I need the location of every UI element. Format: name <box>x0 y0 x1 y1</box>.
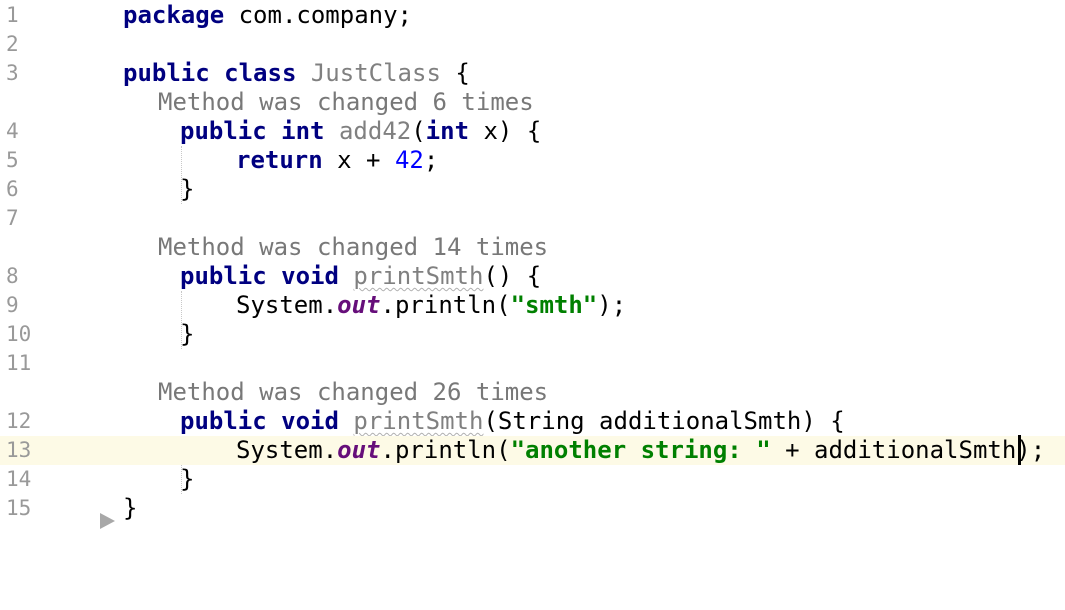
keyword: public <box>180 407 267 435</box>
keyword: public <box>180 117 267 145</box>
code-line[interactable]: 9 System.out.println("smth"); <box>0 291 1065 320</box>
line-number: 6 <box>6 177 19 201</box>
code-text: .println( <box>380 436 511 464</box>
current-code-line[interactable]: 13 System.out.println("another string: "… <box>0 436 1065 465</box>
code-text: (String additionalSmth) { <box>483 407 845 435</box>
fold-triangle-icon[interactable] <box>100 513 115 529</box>
line-number: 10 <box>6 322 32 346</box>
code-text: } <box>123 494 138 522</box>
line-number: 9 <box>6 293 19 317</box>
method-name: printSmth <box>353 262 484 290</box>
code-text: System. <box>236 291 338 319</box>
line-number: 8 <box>6 264 19 288</box>
code-line[interactable]: 2 <box>0 30 1065 59</box>
code-line[interactable]: 15 } <box>0 494 1065 523</box>
change-count-hint: Method was changed 6 times <box>158 88 534 116</box>
code-text: System. <box>236 436 338 464</box>
keyword: int <box>425 117 470 145</box>
method-name: printSmth <box>353 407 484 435</box>
string-literal: "smth" <box>510 291 598 319</box>
keyword: public <box>180 262 267 290</box>
code-line[interactable]: 8 public void printSmth() { <box>0 262 1065 291</box>
line-number: 15 <box>6 496 32 520</box>
string-literal: "another string: " <box>510 436 771 464</box>
code-text: ); <box>597 291 627 319</box>
code-text: + additionalSmth); <box>770 436 1046 464</box>
code-text: ; <box>423 146 439 174</box>
code-text: x + <box>322 146 395 174</box>
code-text: com.company; <box>224 1 412 29</box>
code-line[interactable]: 4 public int add42(int x) { <box>0 117 1065 146</box>
code-text: } <box>180 320 195 348</box>
change-count-hint: Method was changed 26 times <box>158 378 549 406</box>
static-field: out <box>337 436 381 464</box>
static-field: out <box>337 291 381 319</box>
method-name: add42 <box>338 117 412 145</box>
line-number: 7 <box>6 206 19 230</box>
inlay-hint[interactable]: Method was changed 6 times <box>0 88 1065 117</box>
code-line[interactable]: 3 public class JustClass { <box>0 59 1065 88</box>
code-text: { <box>440 59 470 87</box>
code-line[interactable]: 12 public void printSmth(String addition… <box>0 407 1065 436</box>
line-number: 4 <box>6 119 19 143</box>
class-name: JustClass <box>310 59 441 87</box>
keyword: public <box>123 59 210 87</box>
text-caret <box>1018 435 1021 465</box>
keyword: int <box>281 117 325 145</box>
line-number: 14 <box>6 467 32 491</box>
line-number: 2 <box>6 32 19 56</box>
line-number: 5 <box>6 148 19 172</box>
keyword: void <box>281 262 339 290</box>
line-number: 1 <box>6 3 19 27</box>
code-text: x) { <box>469 117 542 145</box>
code-text: } <box>180 175 195 203</box>
keyword: package <box>123 1 225 29</box>
code-text: .println( <box>380 291 511 319</box>
code-line[interactable]: 7 <box>0 204 1065 233</box>
keyword: class <box>224 59 297 87</box>
code-line[interactable]: 11 <box>0 349 1065 378</box>
code-text: ( <box>411 117 426 145</box>
code-line[interactable]: 1 package com.company; <box>0 1 1065 30</box>
line-number: 3 <box>6 61 19 85</box>
inlay-hint[interactable]: Method was changed 26 times <box>0 378 1065 407</box>
code-text: () { <box>483 262 542 290</box>
change-count-hint: Method was changed 14 times <box>158 233 549 261</box>
line-number: 12 <box>6 409 32 433</box>
line-number: 13 <box>6 438 32 462</box>
inlay-hint[interactable]: Method was changed 14 times <box>0 233 1065 262</box>
line-number: 11 <box>6 351 32 375</box>
code-line[interactable]: 10 } <box>0 320 1065 349</box>
code-text: } <box>180 465 195 493</box>
keyword: return <box>236 146 323 174</box>
code-line[interactable]: 5 return x + 42; <box>0 146 1065 175</box>
keyword: void <box>281 407 339 435</box>
code-line[interactable]: 6 } <box>0 175 1065 204</box>
number-literal: 42 <box>394 146 424 174</box>
code-line[interactable]: 14 } <box>0 465 1065 494</box>
